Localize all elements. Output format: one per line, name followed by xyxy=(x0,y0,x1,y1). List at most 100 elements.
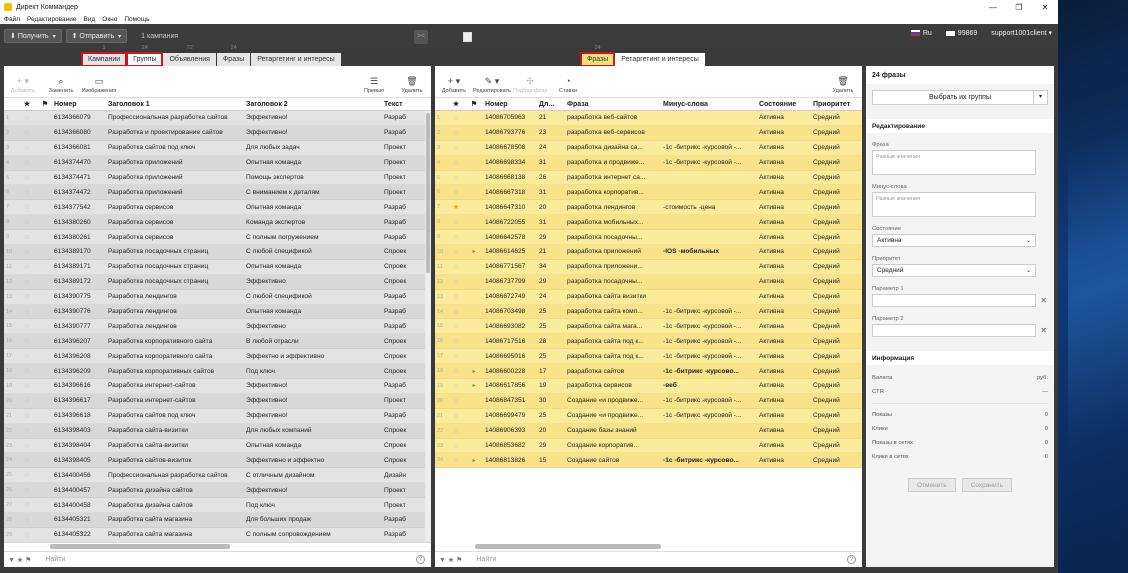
star-icon[interactable]: ☆ xyxy=(449,248,463,256)
star-icon[interactable]: ☆ xyxy=(449,233,463,241)
star-icon[interactable]: ☆ xyxy=(449,367,463,375)
menu-help[interactable]: Помощь xyxy=(124,16,149,23)
table-row[interactable]: 17 ☆ 14086695016 25 разработка сайта под к..… xyxy=(435,349,862,365)
param2-field[interactable]: ✕ xyxy=(872,324,1047,337)
select-groups-button[interactable]: Выбрать их группы ▾ xyxy=(872,90,1048,105)
star-icon[interactable]: ☆ xyxy=(18,218,36,226)
delete-button[interactable]: 🗑 Удалить xyxy=(824,76,862,94)
table-row[interactable]: 16 ☆ 14086717516 28 разработка сайта под к..… xyxy=(435,334,862,350)
table-row[interactable]: 6 ☆ 14086667318 31 разработка корпоратив... А… xyxy=(435,185,862,201)
table-row[interactable]: 26 ☆ 6134400457 Разработка дизайна сайтов Эф… xyxy=(4,483,431,499)
table-row[interactable]: 25 ☆ 6134400456 Профессиональная разработка… xyxy=(4,468,431,484)
flag-column-icon[interactable]: ⚑ xyxy=(463,100,485,108)
col-minus[interactable]: Минус-слова xyxy=(663,101,759,108)
replace-button[interactable]: ⌕ Заменить xyxy=(42,76,80,94)
preview-button[interactable]: ☰ Превью xyxy=(355,76,393,94)
table-row[interactable]: 11 ☆ 14086771567 34 разработка приложени... А… xyxy=(435,259,862,275)
star-icon[interactable]: ☆ xyxy=(449,114,463,122)
add-button[interactable]: + ▾ Добавить xyxy=(435,76,473,94)
table-row[interactable]: 19 ☆ ▸ 14086617856 19 разработка сервисов -веб… xyxy=(435,379,862,394)
star-icon[interactable]: ☆ xyxy=(449,352,463,360)
table-row[interactable]: 9 ☆ 14086642578 29 разработка посадочны... Ак… xyxy=(435,230,862,246)
send-button[interactable]: ⬆ Отправить ▾ xyxy=(65,29,128,43)
star-filled-icon[interactable]: ★ xyxy=(449,203,463,211)
phrase-pick-button[interactable]: ✣ Подбор фраз xyxy=(511,76,549,94)
edit-button[interactable]: ✎ ▾ Редактировать xyxy=(473,76,511,94)
star-icon[interactable]: ☆ xyxy=(449,263,463,271)
delete-button[interactable]: 🗑 Удалить xyxy=(393,76,431,94)
phrase-field[interactable]: Разные значения xyxy=(872,150,1036,175)
table-row[interactable]: 10 ☆ 6134389170 Разработка посадочных стран… xyxy=(4,245,431,260)
star-icon[interactable]: ☆ xyxy=(18,456,36,464)
table-row[interactable]: 3 ☆ 6134366081 Разработка сайтов под ключ Дл… xyxy=(4,140,431,156)
star-icon[interactable]: ☆ xyxy=(449,427,463,435)
table-row[interactable]: 14 ☆ 14086703498 25 разработка сайта комп...… xyxy=(435,304,862,320)
star-icon[interactable]: ☆ xyxy=(449,278,463,286)
star-icon[interactable]: ☆ xyxy=(18,516,36,524)
star-icon[interactable]: ☆ xyxy=(18,382,36,390)
star-icon[interactable]: ☆ xyxy=(18,501,36,509)
table-row[interactable]: 20 ☆ 6134396617 Разработка интернет-сайтов Э… xyxy=(4,393,431,409)
star-icon[interactable]: ☆ xyxy=(18,248,36,256)
user-account[interactable]: support1001client xyxy=(991,30,1046,37)
table-row[interactable]: 12 ☆ 14086737799 29 разработка посадочны... А… xyxy=(435,274,862,290)
star-icon[interactable]: ☆ xyxy=(18,129,36,137)
star-icon[interactable]: ☆ xyxy=(449,322,463,330)
table-row[interactable]: 5 ☆ 6134374471 Разработка приложений Помощь … xyxy=(4,170,431,186)
star-icon[interactable]: ☆ xyxy=(18,397,36,405)
star-icon[interactable]: ☆ xyxy=(18,233,36,241)
star-icon[interactable]: ☆ xyxy=(449,218,463,226)
tab-ads[interactable]: 72 Объявления xyxy=(163,45,216,66)
save-button[interactable]: Сохранить xyxy=(961,478,1012,492)
star-icon[interactable]: ☆ xyxy=(449,308,463,316)
table-row[interactable]: 7 ★ 14086647310 20 разработка лендингов -стои… xyxy=(435,200,862,216)
star-icon[interactable]: ☆ xyxy=(18,293,36,301)
vertical-scrollbar[interactable] xyxy=(425,111,431,541)
minus-field[interactable]: Разные значения xyxy=(872,192,1036,217)
table-row[interactable]: 28 ☆ 6134405321 Разработка сайта магазина Дл… xyxy=(4,513,431,528)
table-row[interactable]: 1 ☆ 14086705963 21 разработка веб-сайтов Акти… xyxy=(435,111,862,126)
star-icon[interactable]: ☆ xyxy=(449,129,463,137)
table-row[interactable]: 21 ☆ 14086699479 25 Создание «и продвиже... -… xyxy=(435,408,862,424)
star-column-icon[interactable]: ★ xyxy=(18,100,36,108)
table-row[interactable]: 7 ☆ 6134377542 Разработка сервисов Опытная к… xyxy=(4,200,431,216)
tab-phrases[interactable]: 24 Фразы xyxy=(216,45,251,66)
star-icon[interactable]: ☆ xyxy=(18,412,36,420)
star-icon[interactable]: ☆ xyxy=(18,114,36,122)
table-row[interactable]: 6 ☆ 6134374472 Разработка приложений С внима… xyxy=(4,185,431,201)
scroll-thumb[interactable] xyxy=(426,113,430,273)
tab-retargeting-right[interactable]: Ретаргетинг и интересы xyxy=(615,53,705,66)
table-row[interactable]: 17 ☆ 6134396208 Разработка корпоративного с… xyxy=(4,349,431,365)
menu-window[interactable]: Окно xyxy=(102,16,117,23)
star-column-icon[interactable]: ★ xyxy=(449,100,463,108)
menu-view[interactable]: Вид xyxy=(84,16,96,23)
table-row[interactable]: 12 ☆ 6134389172 Разработка посадочных стран… xyxy=(4,274,431,290)
table-row[interactable]: 20 ☆ 14086847351 30 Создание «и продвиже... -… xyxy=(435,393,862,409)
scroll-thumb[interactable] xyxy=(50,544,230,549)
add-button[interactable]: + ▾ Добавить xyxy=(4,76,42,94)
star-icon[interactable]: ☆ xyxy=(18,352,36,360)
table-row[interactable]: 13 ☆ 6134390775 Разработка лендингов С любой… xyxy=(4,289,431,305)
table-row[interactable]: 24 ☆ 6134398405 Разработка сайтов-визиток Эф… xyxy=(4,453,431,469)
star-icon[interactable]: ☆ xyxy=(18,188,36,196)
star-icon[interactable]: ☆ xyxy=(18,486,36,494)
star-icon[interactable]: ☆ xyxy=(449,456,463,464)
star-icon[interactable]: ☆ xyxy=(18,427,36,435)
table-row[interactable]: 14 ☆ 6134390776 Разработка лендингов Опытная… xyxy=(4,304,431,320)
table-row[interactable]: 8 ☆ 6134380260 Разработка сервисов Команда э… xyxy=(4,215,431,231)
col-length[interactable]: Дл... xyxy=(539,101,567,108)
table-row[interactable]: 18 ☆ 6134396209 Разработка корпоративных са… xyxy=(4,364,431,380)
star-icon[interactable]: ☆ xyxy=(18,322,36,330)
tab-campaigns[interactable]: 1 Кампании xyxy=(80,45,128,67)
flag-icon[interactable]: ▸ xyxy=(463,382,485,389)
param1-field[interactable]: ✕ xyxy=(872,294,1047,307)
filter-icon[interactable]: ▼ ★ ⚑ xyxy=(439,556,462,564)
table-row[interactable]: 23 ☆ 6134398404 Разработка сайта-визитки Опы… xyxy=(4,438,431,454)
star-icon[interactable]: ☆ xyxy=(18,531,36,539)
star-icon[interactable]: ☆ xyxy=(449,337,463,345)
tab-retargeting[interactable]: Ретаргетинг и интересы xyxy=(251,53,341,66)
horizontal-scrollbar[interactable] xyxy=(435,543,862,549)
star-icon[interactable]: ☆ xyxy=(18,144,36,152)
col-number[interactable]: Номер xyxy=(54,101,108,108)
cancel-button[interactable]: Отменить xyxy=(907,478,956,492)
